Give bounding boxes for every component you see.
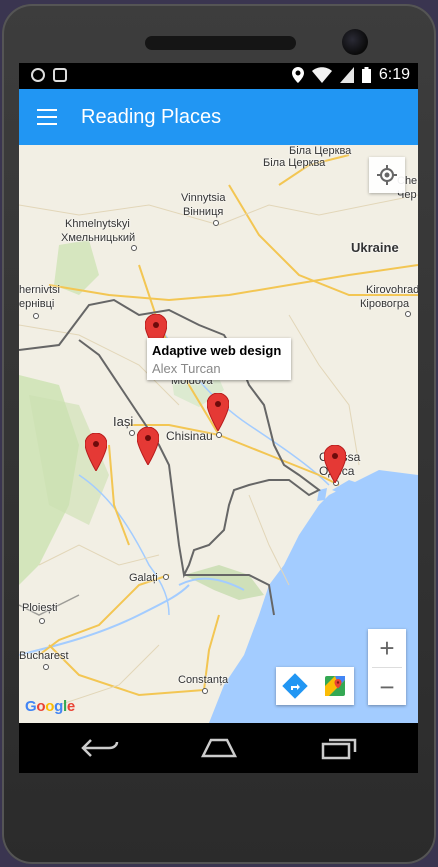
map-label-vinnytsia: Vinnytsia xyxy=(181,192,226,204)
recent-apps-icon[interactable] xyxy=(319,736,359,760)
map-label-chernivtsi: hernivtsi xyxy=(19,284,60,296)
zoom-controls: + − xyxy=(368,629,406,705)
open-in-maps-button[interactable] xyxy=(316,667,354,705)
city-dot-constanta xyxy=(202,688,208,694)
city-dot-galati xyxy=(163,574,169,580)
back-icon[interactable] xyxy=(81,736,121,760)
city-dot-bucharest xyxy=(43,664,49,670)
battery-icon xyxy=(361,67,371,83)
status-bar: 6:19 xyxy=(19,63,418,89)
location-icon xyxy=(291,67,304,83)
map-marker-west[interactable] xyxy=(85,433,107,471)
my-location-button[interactable] xyxy=(369,157,405,193)
city-dot-chernivtsi xyxy=(33,313,39,319)
map-label-ukraine: Ukraine xyxy=(351,240,399,255)
map-marker-chisinau[interactable] xyxy=(207,393,229,431)
app-title: Reading Places xyxy=(81,106,222,128)
map-view[interactable]: Біла Церква Біла Церква Vinnytsia Вінниц… xyxy=(19,145,418,723)
download-notification-icon xyxy=(53,68,67,82)
map-label-bila-tserkva-ua-2: Біла Церква xyxy=(263,157,326,169)
signal-icon xyxy=(339,67,354,83)
menu-icon[interactable] xyxy=(37,109,57,125)
map-label-chisinau: Chisinau xyxy=(166,429,213,443)
directions-button[interactable] xyxy=(276,667,314,705)
map-label-bucharest: Bucharest xyxy=(19,650,69,662)
map-label-kirovohrad-ua: Кіровогра xyxy=(360,298,410,310)
map-label-kirovohrad: Kirovohrad xyxy=(366,284,418,296)
map-label-vinnytsia-ua: Вінниця xyxy=(183,206,224,218)
map-label-iasi: Iași xyxy=(113,414,134,429)
info-window-title: Adaptive web design xyxy=(152,343,282,358)
city-dot-khmelnytskyi xyxy=(131,245,137,251)
map-marker-iasi-south[interactable] xyxy=(137,427,159,465)
app-bar: Reading Places xyxy=(19,89,418,145)
marker-info-window[interactable]: Adaptive web design Alex Turcan xyxy=(147,338,291,380)
map-label-chernivtsi-ua: ернівці xyxy=(19,298,55,310)
status-time: 6:19 xyxy=(378,66,410,83)
city-dot-ploiesti xyxy=(39,618,45,624)
city-dot-iasi xyxy=(129,430,135,436)
google-logo: Google xyxy=(25,698,75,715)
my-location-icon xyxy=(377,165,397,185)
map-toolbar xyxy=(276,667,354,705)
zoom-out-button[interactable]: − xyxy=(368,668,406,706)
directions-icon xyxy=(282,673,308,699)
shield-notification-icon xyxy=(31,68,45,82)
city-dot-kirovohrad xyxy=(405,311,411,317)
front-camera xyxy=(342,29,368,55)
phone-speaker xyxy=(145,36,296,50)
map-label-ploiesti: Ploiești xyxy=(22,602,58,614)
map-label-khmelnytskyi-ua: Хмельницький xyxy=(61,232,136,244)
map-label-galati: Galați xyxy=(129,572,158,584)
device-screen: 6:19 Reading Places Біла Церква Біла Цер… xyxy=(19,63,418,773)
info-window-author: Alex Turcan xyxy=(152,361,221,376)
wifi-icon xyxy=(311,67,332,83)
map-label-constanta: Constanța xyxy=(178,674,229,686)
city-dot-chisinau xyxy=(216,432,222,438)
zoom-in-button[interactable]: + xyxy=(368,629,406,667)
city-dot-vinnytsia xyxy=(213,220,219,226)
map-label-bila-tserkva-ua: Біла Церква xyxy=(289,145,352,157)
google-maps-icon xyxy=(325,676,345,696)
home-icon[interactable] xyxy=(199,736,239,760)
map-label-khmelnytskyi: Khmelnytskyi xyxy=(65,218,130,230)
navigation-bar xyxy=(19,723,418,773)
map-marker-odessa[interactable] xyxy=(324,445,346,483)
